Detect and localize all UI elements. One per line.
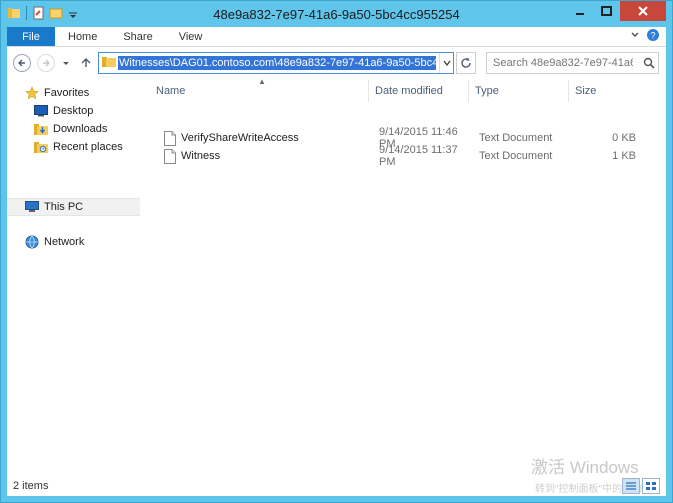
- nav-label-favorites: Favorites: [44, 87, 90, 99]
- window-controls: [566, 1, 666, 21]
- column-label-size: Size: [575, 85, 597, 97]
- file-size-cell: 1 KB: [612, 150, 636, 162]
- column-header-name[interactable]: Name: [150, 80, 369, 102]
- svg-text:?: ?: [650, 31, 655, 41]
- file-name-cell: VerifyShareWriteAccess: [164, 129, 364, 147]
- recent-locations-dropdown[interactable]: [61, 59, 71, 67]
- nav-label-recent-places: Recent places: [53, 141, 123, 153]
- file-row[interactable]: Witness 9/14/2015 11:37 PM Text Document…: [140, 144, 666, 168]
- expand-ribbon-icon[interactable]: [630, 30, 640, 43]
- column-header-type[interactable]: Type: [469, 80, 569, 102]
- file-type-cell: Text Document: [479, 132, 553, 144]
- text-document-icon: [164, 130, 176, 146]
- ribbon-right: ?: [630, 27, 666, 46]
- file-name: Witness: [181, 150, 221, 162]
- folder-icon: [102, 56, 118, 71]
- details-view-button[interactable]: [622, 478, 640, 494]
- column-label-date: Date modified: [375, 85, 443, 97]
- file-size-cell: 0 KB: [612, 132, 636, 144]
- tab-view[interactable]: View: [166, 27, 216, 46]
- column-label-type: Type: [475, 85, 499, 97]
- file-type-cell: Text Document: [479, 150, 553, 162]
- search-box[interactable]: [486, 52, 659, 74]
- back-button[interactable]: [13, 54, 31, 72]
- up-button[interactable]: [77, 54, 95, 72]
- address-bar[interactable]: Witnesses\DAG01.contoso.com\48e9a832-7e9…: [98, 52, 454, 74]
- close-button[interactable]: [620, 1, 666, 21]
- title-bar[interactable]: 48e9a832-7e97-41a6-9a50-5bc4cc955254: [1, 1, 672, 27]
- search-input[interactable]: [493, 57, 633, 69]
- ribbon-tabs: File Home Share View ?: [7, 27, 666, 47]
- star-icon: [24, 85, 40, 101]
- nav-downloads[interactable]: Downloads: [7, 120, 140, 138]
- nav-recent-places[interactable]: Recent places: [7, 138, 140, 156]
- forward-button[interactable]: [37, 54, 55, 72]
- tab-home[interactable]: Home: [55, 27, 110, 46]
- address-dropdown-button[interactable]: [439, 53, 453, 73]
- file-list: ▲ Name Date modified Type Size VerifySha…: [140, 77, 666, 476]
- nav-this-pc[interactable]: This PC: [7, 198, 140, 216]
- file-date-cell: 9/14/2015 11:37 PM: [379, 144, 458, 168]
- nav-desktop[interactable]: Desktop: [7, 102, 140, 120]
- search-icon[interactable]: [640, 57, 658, 69]
- nav-favorites[interactable]: Favorites: [7, 84, 140, 102]
- help-icon[interactable]: ?: [646, 28, 660, 45]
- nav-label-desktop: Desktop: [53, 105, 94, 117]
- network-icon: [24, 234, 40, 250]
- activation-watermark: 激活 Windows: [531, 458, 639, 477]
- window-client: File Home Share View ? Witnesses\DAG01.c…: [7, 27, 666, 496]
- view-switcher: [622, 478, 660, 494]
- column-label-name: Name: [156, 85, 186, 97]
- large-icons-view-button[interactable]: [642, 478, 660, 494]
- refresh-button[interactable]: [456, 52, 476, 74]
- computer-icon: [24, 199, 40, 215]
- explorer-window: 48e9a832-7e97-41a6-9a50-5bc4cc955254 Fil…: [0, 0, 673, 503]
- file-name: VerifyShareWriteAccess: [181, 132, 299, 144]
- column-header-size[interactable]: Size: [569, 80, 639, 102]
- file-name-cell: Witness: [164, 147, 364, 165]
- column-header-date-modified[interactable]: Date modified: [369, 80, 469, 102]
- desktop-icon: [33, 103, 49, 119]
- text-document-icon: [164, 148, 176, 164]
- minimize-button[interactable]: [566, 1, 593, 21]
- downloads-folder-icon: [33, 121, 49, 137]
- nav-label-downloads: Downloads: [53, 123, 108, 135]
- nav-label-this-pc: This PC: [44, 201, 84, 213]
- tab-share[interactable]: Share: [110, 27, 165, 46]
- maximize-button[interactable]: [593, 1, 620, 21]
- status-bar: 2 items: [7, 476, 666, 496]
- nav-label-network: Network: [44, 236, 85, 248]
- navigation-bar: Witnesses\DAG01.contoso.com\48e9a832-7e9…: [7, 48, 666, 78]
- nav-network[interactable]: Network: [7, 233, 140, 251]
- address-path[interactable]: Witnesses\DAG01.contoso.com\48e9a832-7e9…: [118, 56, 436, 70]
- item-count: 2 items: [13, 480, 49, 492]
- recent-places-icon: [33, 139, 49, 155]
- navigation-pane: Favorites Desktop Downloads Recent place…: [7, 80, 140, 476]
- tab-file[interactable]: File: [7, 27, 55, 46]
